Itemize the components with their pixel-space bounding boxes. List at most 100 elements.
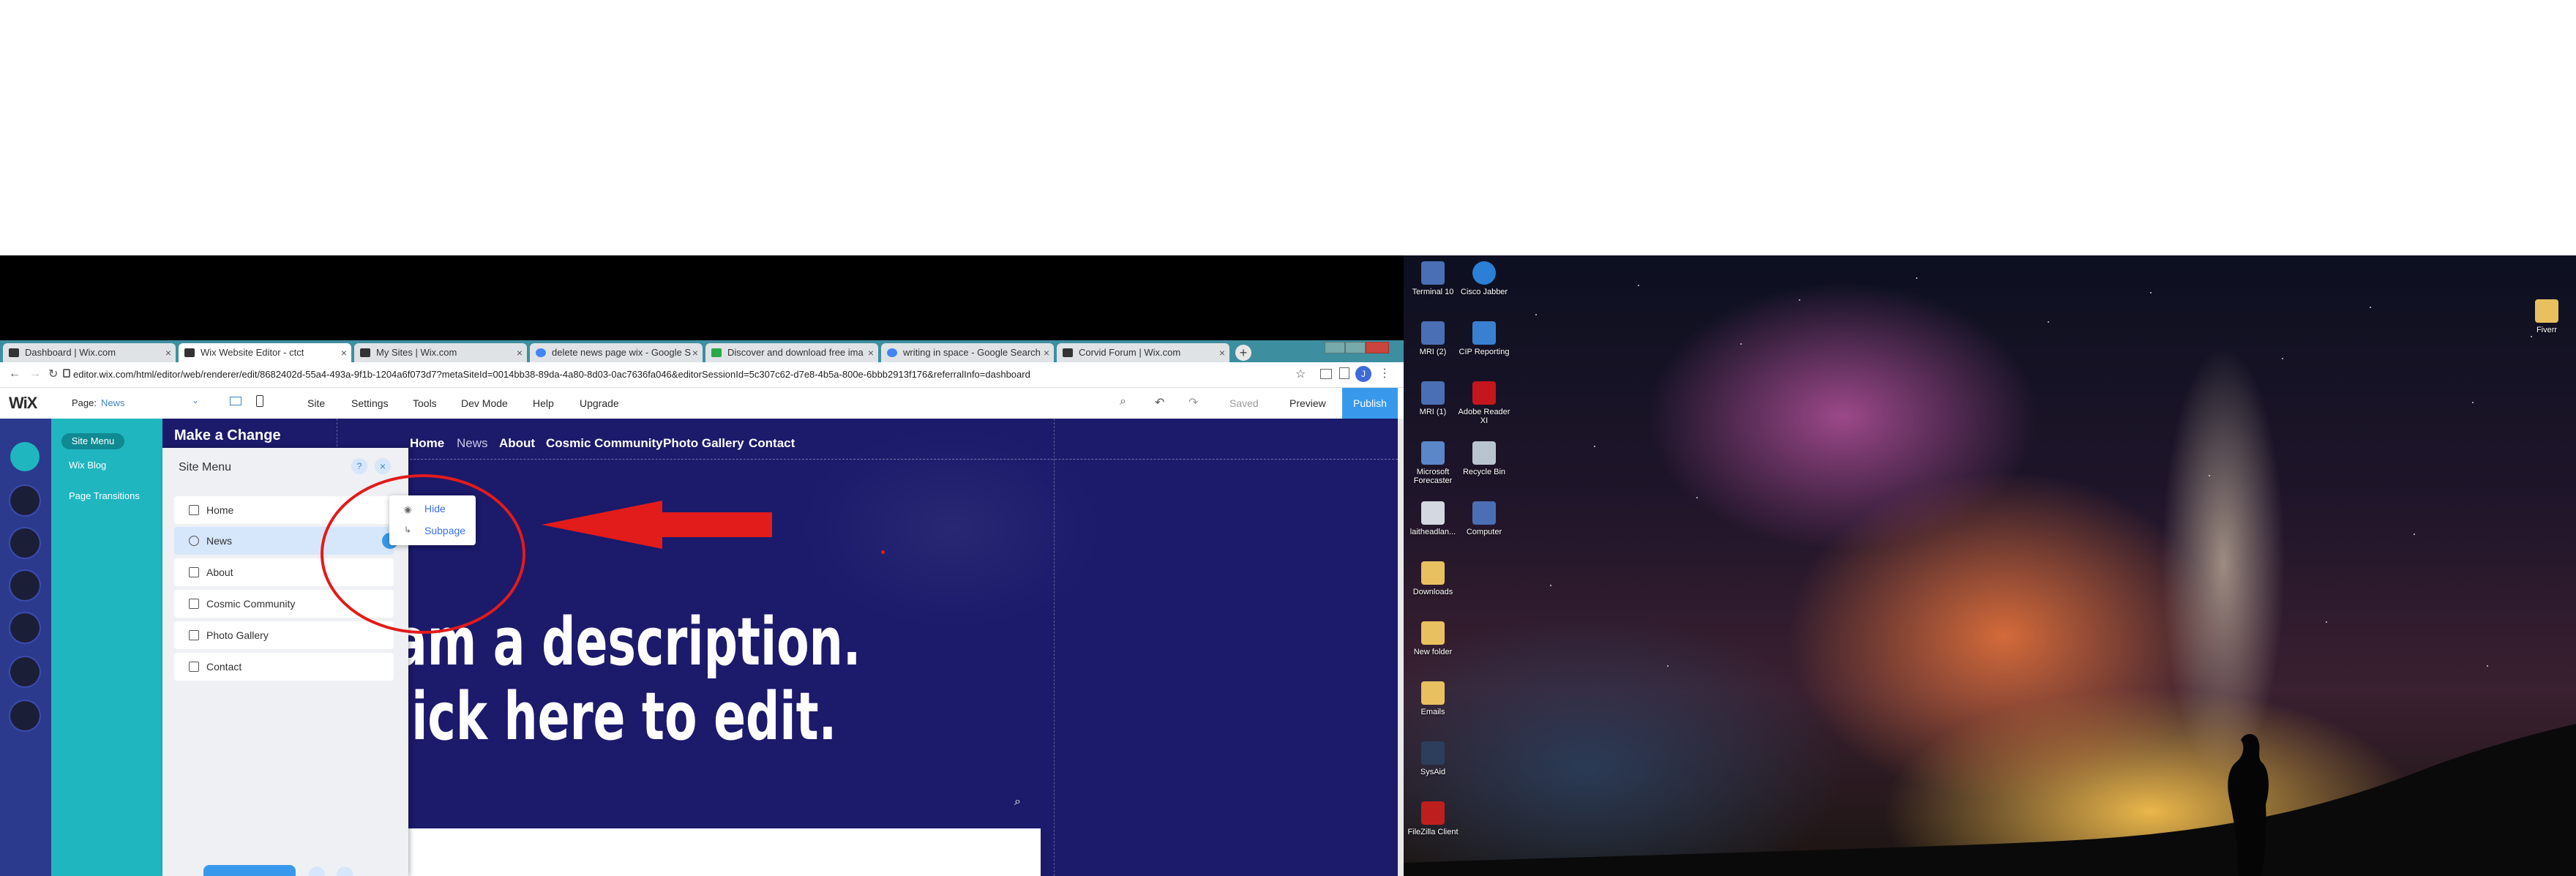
tab-google-delete-news[interactable]: delete news page wix - Google S ×	[530, 343, 703, 362]
desktop-mri-2[interactable]: MRI (2)	[1404, 321, 1462, 356]
back-arrow-icon[interactable]: ←	[9, 367, 20, 381]
tab-google-writing-space[interactable]: writing in space - Google Search ×	[881, 343, 1054, 362]
tab-label: Discover and download free ima	[727, 347, 864, 358]
site-brand[interactable]: Make a Change	[174, 427, 281, 444]
search-icon[interactable]: ⌕	[1014, 795, 1021, 809]
site-nav-photo-gallery[interactable]: Photo Gallery	[663, 436, 744, 451]
desktop-cip-reporting[interactable]: CIP Reporting	[1455, 321, 1513, 356]
url-input[interactable]: editor.wix.com/html/editor/web/renderer/…	[73, 366, 1303, 383]
desktop-wallpaper: Terminal 10 Cisco Jabber MRI (2) CIP Rep…	[1404, 255, 2576, 876]
close-window-icon[interactable]	[1366, 342, 1389, 353]
folder-icon	[1421, 561, 1445, 585]
user-icon	[1421, 501, 1445, 525]
tab-corvid-forum[interactable]: Corvid Forum | Wix.com ×	[1057, 343, 1229, 362]
subnav-site-menu[interactable]: Site Menu	[61, 433, 124, 449]
desktop-mri-1[interactable]: MRI (1)	[1404, 381, 1462, 416]
more-menu-icon[interactable]: ⋮	[1379, 366, 1390, 381]
filezilla-icon	[1421, 801, 1445, 825]
media-tool-icon[interactable]	[10, 613, 40, 643]
zoom-icon[interactable]: ⌕	[1120, 395, 1126, 408]
tab-dashboard[interactable]: Dashboard | Wix.com ×	[3, 343, 176, 362]
business-tool-icon[interactable]	[10, 701, 40, 730]
menu-settings[interactable]: Settings	[351, 397, 389, 409]
close-icon[interactable]: ×	[1044, 343, 1049, 362]
desktop-computer[interactable]: Computer	[1455, 501, 1513, 536]
reload-icon[interactable]: ↻	[48, 367, 58, 381]
restore-icon[interactable]	[1345, 342, 1366, 353]
hero-text-line2[interactable]: lick here to edit.	[395, 681, 836, 754]
star-bookmark-icon[interactable]: ☆	[1295, 367, 1306, 381]
editor-canvas: Make a Change Home News About Cosmic Com…	[0, 419, 1398, 876]
desktop-filezilla[interactable]: FileZilla Client	[1404, 801, 1462, 836]
add-tool-icon[interactable]	[10, 528, 40, 558]
chevron-down-icon[interactable]: ⌄	[192, 395, 199, 405]
background-tool-icon[interactable]	[10, 486, 40, 515]
menu-item-label: About	[206, 566, 233, 578]
desktop-fiverr[interactable]: Fiverr	[2517, 299, 2576, 334]
add-page-button[interactable]	[203, 865, 296, 876]
tab-discover-images[interactable]: Discover and download free ima ×	[705, 343, 878, 362]
site-nav-contact[interactable]: Contact	[749, 436, 795, 451]
site-nav-news[interactable]: News	[457, 436, 488, 451]
close-icon[interactable]: ×	[1219, 343, 1225, 362]
add-folder-button[interactable]	[337, 866, 353, 876]
desktop-downloads[interactable]: Downloads	[1404, 561, 1462, 596]
site-nav-about[interactable]: About	[499, 436, 535, 451]
desktop-adobe-reader[interactable]: Adobe Reader XI	[1455, 381, 1513, 425]
redo-icon[interactable]: ↷	[1188, 395, 1198, 410]
menu-dev-mode[interactable]: Dev Mode	[461, 397, 508, 409]
desktop-terminal-10[interactable]: Terminal 10	[1404, 261, 1462, 296]
desktop-cisco-jabber[interactable]: Cisco Jabber	[1455, 261, 1513, 296]
vertical-scrollbar[interactable]	[1398, 419, 1404, 876]
forward-arrow-icon[interactable]: →	[29, 367, 41, 381]
profile-avatar[interactable]: J	[1355, 366, 1371, 382]
tab-my-sites[interactable]: My Sites | Wix.com ×	[354, 343, 527, 362]
desktop-emails[interactable]: Emails	[1404, 681, 1462, 716]
report-icon	[1472, 321, 1496, 345]
menus-pages-tool-icon[interactable]	[10, 442, 40, 471]
minimize-icon[interactable]	[1325, 342, 1345, 353]
site-nav-cosmic-community[interactable]: Cosmic Community	[546, 436, 663, 451]
new-tab-button[interactable]: +	[1235, 345, 1251, 361]
subnav-wix-blog[interactable]: Wix Blog	[69, 460, 106, 471]
menu-help[interactable]: Help	[533, 397, 554, 409]
undo-icon[interactable]: ↶	[1155, 395, 1164, 410]
reader-icon[interactable]	[1339, 367, 1349, 379]
folder-icon	[2535, 299, 2558, 323]
close-icon[interactable]: ×	[517, 343, 523, 362]
close-icon[interactable]: ×	[692, 343, 698, 362]
menu-item-label: Contact	[206, 661, 242, 673]
menu-item-label: News	[206, 535, 233, 547]
apps-tool-icon[interactable]	[10, 571, 40, 600]
desktop-microsoft-forecaster[interactable]: Microsoft Forecaster	[1404, 441, 1462, 485]
subnav-page-transitions[interactable]: Page Transitions	[69, 490, 140, 501]
close-icon[interactable]: ×	[165, 343, 171, 362]
extension-icon[interactable]	[1320, 369, 1332, 379]
menu-site[interactable]: Site	[307, 397, 325, 409]
add-link-button[interactable]	[309, 866, 325, 876]
computer-icon	[1421, 381, 1445, 405]
site-nav-home[interactable]: Home	[410, 436, 444, 451]
menu-item-contact[interactable]: Contact	[174, 653, 394, 681]
desktop-view-icon[interactable]	[230, 397, 242, 405]
close-icon[interactable]: ×	[868, 343, 874, 362]
right-guide	[1054, 419, 1055, 876]
desktop-sysaid[interactable]: SysAid	[1404, 741, 1462, 776]
preview-button[interactable]: Preview	[1289, 397, 1326, 409]
menu-item-label: Home	[206, 504, 234, 516]
tab-wix-editor[interactable]: Wix Website Editor - ctct ×	[179, 343, 351, 362]
home-icon	[189, 505, 199, 515]
menu-tools[interactable]: Tools	[413, 397, 437, 409]
desktop-recycle-bin[interactable]: Recycle Bin	[1455, 441, 1513, 476]
desktop-user-folder[interactable]: laitheadlan...	[1404, 501, 1462, 536]
mobile-view-icon[interactable]	[256, 395, 263, 407]
blog-tool-icon[interactable]	[10, 657, 40, 686]
wix-logo[interactable]: WiX	[9, 394, 37, 413]
page-selector[interactable]: News	[101, 397, 125, 408]
desktop-new-folder[interactable]: New folder	[1404, 621, 1462, 656]
close-icon[interactable]: ×	[341, 343, 347, 362]
publish-button[interactable]: Publish	[1342, 388, 1398, 419]
sysaid-icon	[1421, 741, 1445, 765]
menu-upgrade[interactable]: Upgrade	[580, 397, 619, 409]
google-favicon-icon	[887, 348, 897, 357]
